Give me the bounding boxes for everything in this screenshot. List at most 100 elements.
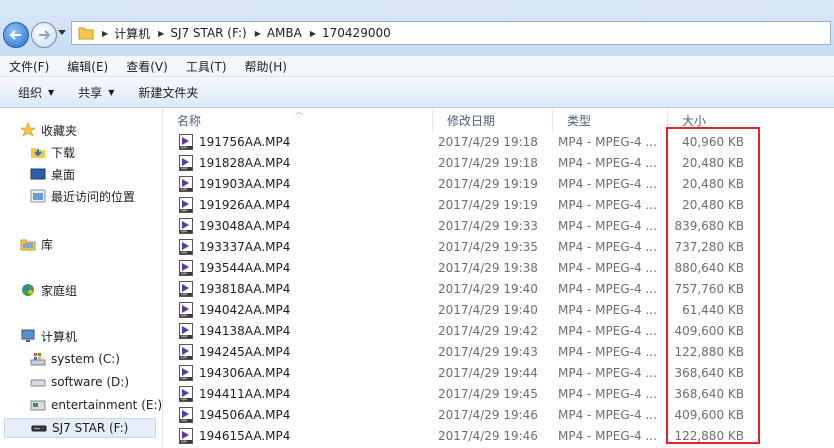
file-name-cell[interactable]: MP4 193337AA.MP4 [163, 238, 433, 255]
file-name-cell[interactable]: MP4 194506AA.MP4 [163, 406, 433, 423]
column-header-name[interactable]: 名称 [163, 110, 433, 132]
sidebar-item-library[interactable]: 库 [20, 234, 53, 254]
video-file-icon: MP4 [179, 385, 193, 402]
chevron-right-icon[interactable]: ▶ [102, 29, 108, 38]
sidebar-item-label: entertainment (E:) [51, 398, 163, 412]
chevron-right-icon[interactable]: ▶ [255, 29, 261, 38]
file-name-cell[interactable]: MP4 191926AA.MP4 [163, 196, 433, 213]
file-date: 2017/4/29 19:45 [438, 386, 538, 401]
table-row[interactable]: MP4 191828AA.MP4 2017/4/29 19:18 MP4 - MPEG… [163, 152, 834, 173]
system-drive-icon [30, 351, 46, 367]
video-file-icon: MP4 [179, 364, 193, 381]
sidebar-item-recent[interactable]: 最近访问的位置 [30, 186, 135, 206]
table-row[interactable]: MP4 193544AA.MP4 2017/4/29 19:38 MP4 - MPEG… [163, 257, 834, 278]
back-button[interactable] [3, 22, 29, 48]
file-date: 2017/4/29 19:38 [438, 260, 538, 275]
table-row[interactable]: MP4 191903AA.MP4 2017/4/29 19:19 MP4 - MPEG… [163, 173, 834, 194]
organize-label: 组织 [18, 85, 43, 100]
forward-button[interactable] [31, 22, 57, 48]
file-name: 194411AA.MP4 [199, 386, 291, 401]
sidebar-item-drive-e[interactable]: entertainment (E:) [30, 395, 162, 415]
file-name-cell[interactable]: MP4 191756AA.MP4 [163, 133, 433, 150]
breadcrumb-item[interactable]: 170429000 [322, 26, 391, 40]
sidebar-item-homegroup[interactable]: 家庭组 [20, 280, 77, 300]
table-row[interactable]: MP4 194138AA.MP4 2017/4/29 19:42 MP4 - MPEG… [163, 320, 834, 341]
sidebar-item-desktop[interactable]: 桌面 [30, 164, 75, 184]
breadcrumb-item[interactable]: AMBA [267, 26, 302, 40]
address-field[interactable]: ▶ 计算机 ▶ SJ7 STAR (F:) ▶ AMBA ▶ 170429000 [71, 21, 831, 45]
history-dropdown-icon[interactable] [58, 30, 66, 36]
file-name-cell[interactable]: MP4 194306AA.MP4 [163, 364, 433, 381]
menu-file[interactable]: 文件(F) [0, 58, 58, 75]
file-name: 194615AA.MP4 [199, 428, 291, 443]
table-row[interactable]: MP4 194306AA.MP4 2017/4/29 19:44 MP4 - MPEG… [163, 362, 834, 383]
downloads-folder-icon [30, 144, 46, 160]
chevron-right-icon[interactable]: ▶ [158, 29, 164, 38]
table-row[interactable]: MP4 193337AA.MP4 2017/4/29 19:35 MP4 - MPEG… [163, 236, 834, 257]
file-name-cell[interactable]: MP4 194042AA.MP4 [163, 301, 433, 318]
sidebar-item-label: 库 [41, 237, 54, 252]
table-row[interactable]: MP4 193818AA.MP4 2017/4/29 19:40 MP4 - MPEG… [163, 278, 834, 299]
table-row[interactable]: MP4 193048AA.MP4 2017/4/29 19:33 MP4 - MPEG… [163, 215, 834, 236]
share-button[interactable]: 共享 ▼ [66, 84, 126, 101]
table-row[interactable]: MP4 194245AA.MP4 2017/4/29 19:43 MP4 - MPEG… [163, 341, 834, 362]
back-arrow-icon [9, 30, 21, 40]
column-header-date[interactable]: 修改日期 [433, 110, 553, 132]
file-name: 193818AA.MP4 [199, 281, 291, 296]
removable-drive-icon [31, 420, 47, 436]
file-list: ︿ 名称 修改日期 类型 大小 MP4 191756AA.MP4 2017/4/29… [163, 107, 834, 448]
organize-button[interactable]: 组织 ▼ [0, 84, 66, 101]
sidebar-item-drive-d[interactable]: software (D:) [30, 372, 129, 392]
file-name-cell[interactable]: MP4 193048AA.MP4 [163, 217, 433, 234]
file-size: 409,600 KB [674, 407, 744, 422]
chevron-right-icon[interactable]: ▶ [310, 29, 316, 38]
svg-text:MP4: MP4 [181, 250, 187, 254]
menu-view[interactable]: 查看(V) [117, 58, 177, 75]
menu-help[interactable]: 帮助(H) [236, 58, 296, 75]
table-row[interactable]: MP4 194042AA.MP4 2017/4/29 19:40 MP4 - MPEG… [163, 299, 834, 320]
file-type: MP4 - MPEG-4 ... [558, 281, 657, 296]
sidebar-item-label: 家庭组 [41, 283, 78, 298]
file-size: 368,640 KB [674, 386, 744, 401]
svg-text:MP4: MP4 [181, 418, 187, 422]
svg-text:MP4: MP4 [181, 271, 187, 275]
table-row[interactable]: MP4 191756AA.MP4 2017/4/29 19:18 MP4 - MPEG… [163, 131, 834, 152]
file-date: 2017/4/29 19:19 [438, 197, 538, 212]
column-header-row: 名称 修改日期 类型 大小 [163, 110, 834, 132]
svg-text:MP4: MP4 [181, 166, 187, 170]
video-file-icon: MP4 [179, 196, 193, 213]
file-name-cell[interactable]: MP4 191828AA.MP4 [163, 154, 433, 171]
sidebar-item-downloads[interactable]: 下载 [30, 142, 75, 162]
new-folder-button[interactable]: 新建文件夹 [126, 84, 210, 101]
file-name-cell[interactable]: MP4 194138AA.MP4 [163, 322, 433, 339]
sidebar-item-drive-f[interactable]: SJ7 STAR (F:) [4, 418, 156, 438]
sidebar-item-drive-c[interactable]: system (C:) [30, 349, 120, 369]
column-header-size[interactable]: 大小 [668, 110, 763, 132]
file-date: 2017/4/29 19:40 [438, 302, 538, 317]
navigation-pane: 收藏夹 下载 桌面 最近访问的位置 库 家庭组 计算机 system (C:) … [0, 108, 163, 448]
menu-tools[interactable]: 工具(T) [177, 58, 236, 75]
file-name: 194138AA.MP4 [199, 323, 291, 338]
table-row[interactable]: MP4 194411AA.MP4 2017/4/29 19:45 MP4 - MPEG… [163, 383, 834, 404]
table-row[interactable]: MP4 194615AA.MP4 2017/4/29 19:46 MP4 - MPEG… [163, 425, 834, 446]
chevron-down-icon: ▼ [108, 87, 115, 97]
file-name-cell[interactable]: MP4 194411AA.MP4 [163, 385, 433, 402]
file-name-cell[interactable]: MP4 194615AA.MP4 [163, 427, 433, 444]
file-name-cell[interactable]: MP4 191903AA.MP4 [163, 175, 433, 192]
homegroup-icon [20, 282, 36, 298]
menu-edit[interactable]: 编辑(E) [58, 58, 117, 75]
breadcrumb-item[interactable]: 计算机 [114, 25, 150, 42]
share-label: 共享 [78, 85, 103, 100]
file-name-cell[interactable]: MP4 193818AA.MP4 [163, 280, 433, 297]
file-size: 757,760 KB [674, 281, 744, 296]
sidebar-item-computer[interactable]: 计算机 [20, 326, 77, 346]
table-row[interactable]: MP4 194506AA.MP4 2017/4/29 19:46 MP4 - MPEG… [163, 404, 834, 425]
file-name-cell[interactable]: MP4 193544AA.MP4 [163, 259, 433, 276]
table-row[interactable]: MP4 191926AA.MP4 2017/4/29 19:19 MP4 - MPEG… [163, 194, 834, 215]
breadcrumb-item[interactable]: SJ7 STAR (F:) [170, 26, 246, 40]
sidebar-item-favorites[interactable]: 收藏夹 [20, 120, 77, 140]
file-name-cell[interactable]: MP4 194245AA.MP4 [163, 343, 433, 360]
svg-text:MP4: MP4 [181, 376, 187, 380]
column-header-type[interactable]: 类型 [553, 110, 668, 132]
file-type: MP4 - MPEG-4 ... [558, 218, 657, 233]
